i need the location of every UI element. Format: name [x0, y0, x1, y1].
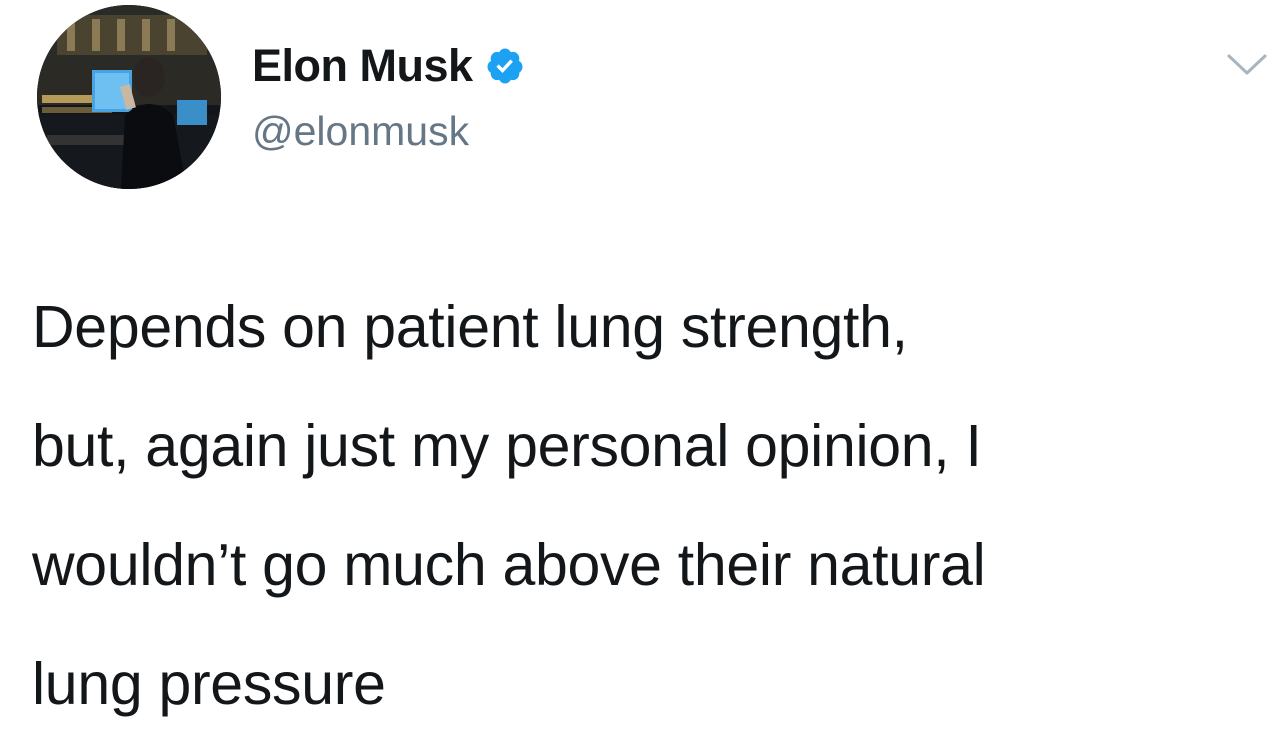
tweet-text-line: but, again just my personal opinion, I	[32, 413, 982, 479]
author-names: Elon Musk @elonmusk	[252, 38, 525, 156]
chevron-down-icon[interactable]	[1226, 52, 1268, 78]
profile-avatar[interactable]	[37, 5, 221, 189]
tweet-card: Elon Musk @elonmusk Depends on patient l…	[0, 0, 1280, 717]
tweet-text-line: lung pressure	[32, 651, 386, 717]
user-handle[interactable]: @elonmusk	[252, 106, 525, 156]
avatar-photo	[37, 5, 221, 189]
tweet-text-line: Depends on patient lung strength,	[32, 294, 908, 360]
tweet-text-line: wouldn’t go much above their natural	[32, 532, 986, 598]
tweet-body: Depends on patient lung strength, but, a…	[32, 268, 1267, 744]
verified-badge-icon	[485, 46, 525, 86]
display-name[interactable]: Elon Musk	[252, 38, 473, 94]
display-name-row: Elon Musk	[252, 38, 525, 94]
